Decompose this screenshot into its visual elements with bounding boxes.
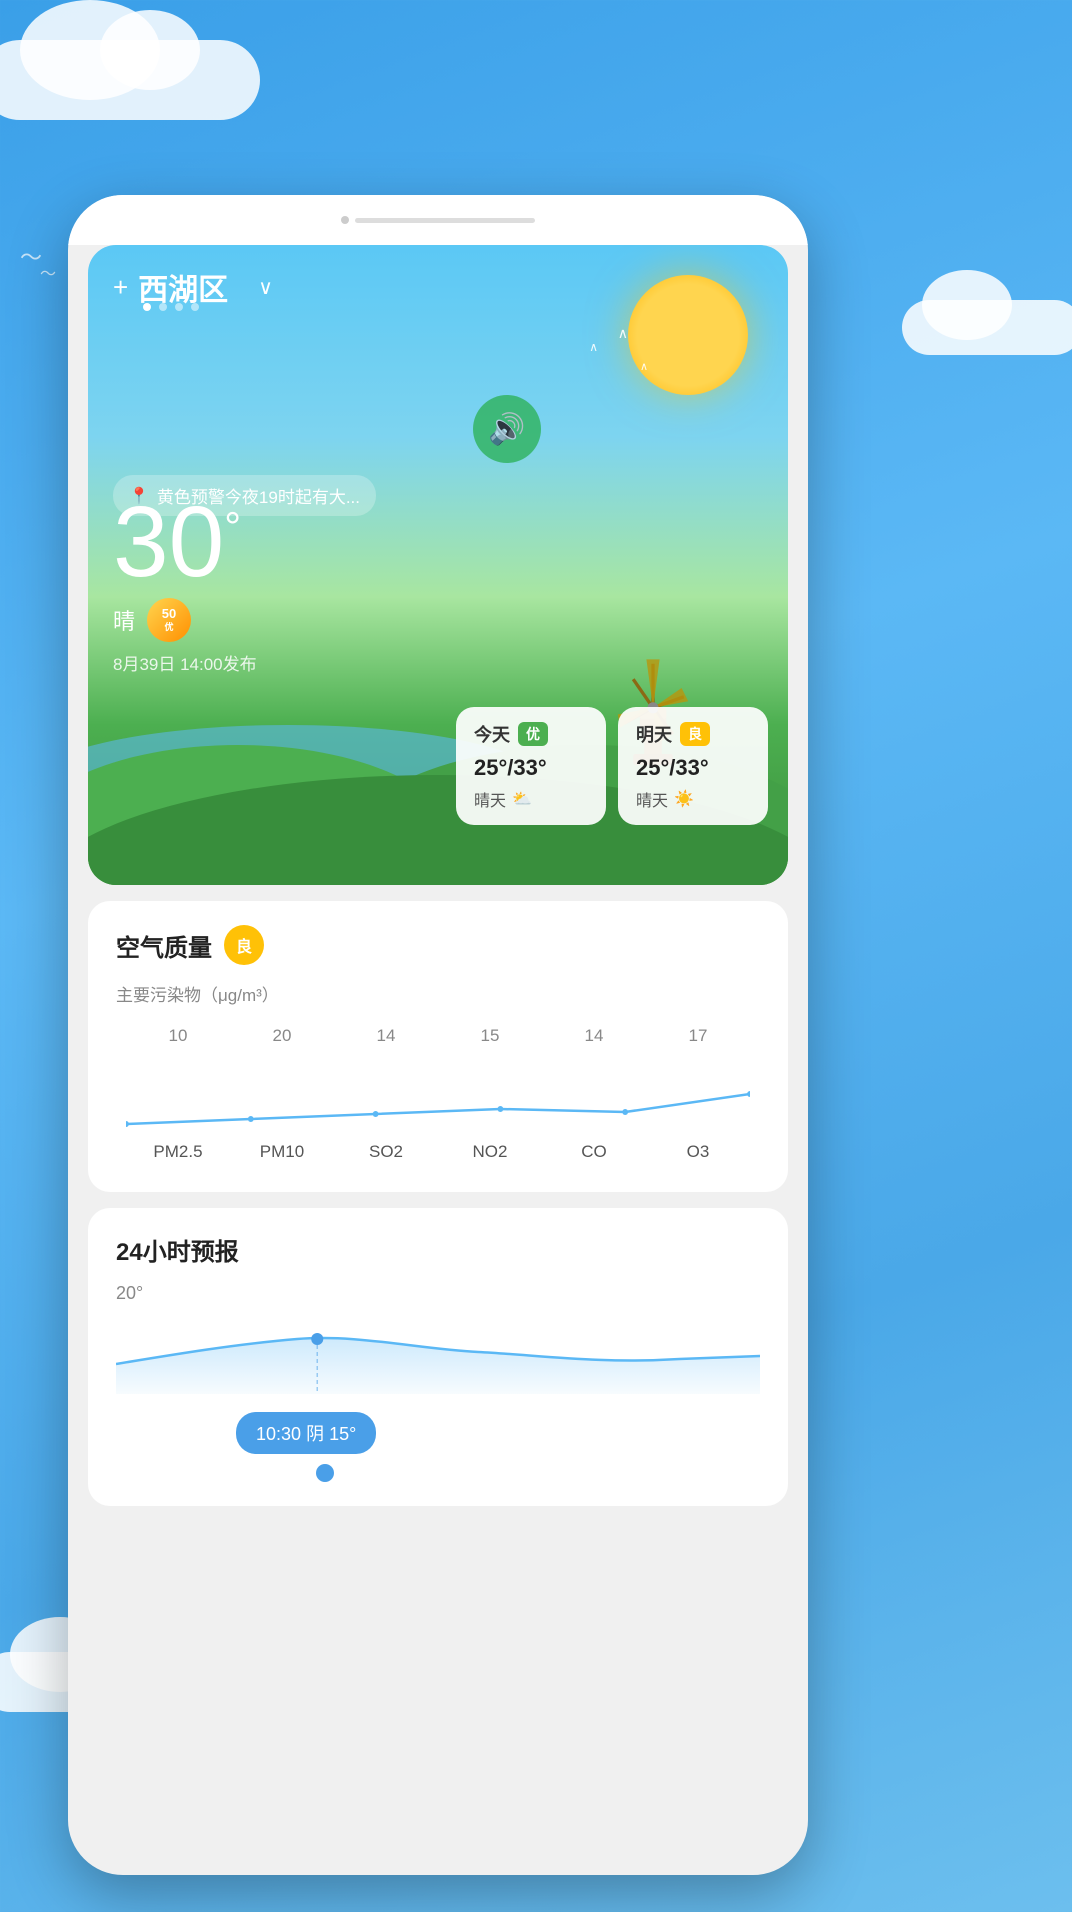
time-bubble: 10:30 阴 15°	[236, 1412, 376, 1454]
label-pm25: PM2.5	[126, 1142, 230, 1162]
temperature-display: 30° 晴 50 优 8月39日 14:00发布	[113, 492, 257, 675]
bg-bird-1: 〜	[20, 240, 42, 272]
air-quality-title-row: 空气质量 良	[116, 925, 760, 965]
tomorrow-label: 明天	[636, 721, 672, 747]
add-location-icon[interactable]: +	[113, 272, 128, 303]
weather-card: ∧ ∧ ∧ + 西湖区 ∨ 🔊 📍 黄色预警今夜19时起有	[88, 245, 788, 885]
condition-row: 晴 50 优	[113, 598, 257, 642]
chevron-down-icon[interactable]: ∨	[258, 275, 273, 300]
speaker-button[interactable]: 🔊	[473, 395, 541, 463]
val-so2: 14	[334, 1026, 438, 1046]
val-pm10: 20	[230, 1026, 334, 1046]
tomorrow-quality-badge: 良	[680, 722, 710, 746]
pollutant-label: 主要污染物（μg/m³）	[116, 981, 760, 1006]
aqi-number: 50	[162, 607, 176, 620]
notch-line	[355, 218, 535, 223]
val-pm25: 10	[126, 1026, 230, 1046]
forecast-cards: 今天 优 25°/33° 晴天 ⛅ 明天 良 25°/33°	[456, 707, 768, 825]
forecast24-section: 24小时预报 20° 10:30	[88, 1208, 788, 1506]
label-no2: NO2	[438, 1142, 542, 1162]
today-condition: 晴天 ⛅	[474, 787, 588, 811]
today-label: 今天	[474, 721, 510, 747]
forecast-tomorrow-header: 明天 良	[636, 721, 750, 747]
weather-bird-1: ∧	[618, 325, 628, 342]
air-quality-chart: 10 20 14 15 14 17 PM2.5	[116, 1026, 760, 1156]
sun-icon	[628, 275, 748, 395]
bg-cloud-top-left	[0, 40, 260, 120]
tomorrow-condition: 晴天 ☀️	[636, 787, 750, 811]
forecast-today-header: 今天 优	[474, 721, 588, 747]
tomorrow-temp: 25°/33°	[636, 755, 750, 781]
dot-1	[143, 303, 151, 311]
today-temp: 25°/33°	[474, 755, 588, 781]
label-co: CO	[542, 1142, 646, 1162]
dot-2	[159, 303, 167, 311]
label-o3: O3	[646, 1142, 750, 1162]
speaker-icon: 🔊	[488, 412, 525, 447]
air-quality-section: 空气质量 良 主要污染物（μg/m³） 10 20 14 15 14 17	[88, 901, 788, 1192]
forecast24-chart-svg	[116, 1314, 760, 1394]
aqi-badge: 50 优	[147, 598, 191, 642]
notch-bar	[68, 195, 808, 245]
chart-values-row: 10 20 14 15 14 17	[116, 1026, 760, 1046]
forecast24-chart	[116, 1314, 760, 1394]
weather-background: ∧ ∧ ∧ + 西湖区 ∨ 🔊 📍 黄色预警今夜19时起有	[88, 245, 788, 885]
weather-bird-2: ∧	[589, 340, 598, 354]
temp-axis-label: 20°	[116, 1283, 760, 1304]
chart-line-area	[126, 1054, 750, 1134]
chart-line-svg	[126, 1054, 750, 1134]
val-o3: 17	[646, 1026, 750, 1046]
val-no2: 15	[438, 1026, 542, 1046]
bg-bird-2: 〜	[40, 260, 56, 284]
location-dots	[143, 303, 199, 311]
bg-cloud-right	[902, 300, 1072, 355]
forecast-today-card[interactable]: 今天 优 25°/33° 晴天 ⛅	[456, 707, 606, 825]
label-pm10: PM10	[230, 1142, 334, 1162]
val-co: 14	[542, 1026, 646, 1046]
notch-dot	[341, 216, 349, 224]
aqi-label-text: 优	[165, 620, 174, 633]
temperature-value: 30°	[113, 492, 257, 592]
today-quality-badge: 优	[518, 722, 548, 746]
weather-bird-3: ∧	[640, 360, 648, 373]
condition-text: 晴	[113, 604, 135, 636]
dot-3	[175, 303, 183, 311]
air-quality-badge: 良	[224, 925, 264, 965]
forecast-tomorrow-card[interactable]: 明天 良 25°/33° 晴天 ☀️	[618, 707, 768, 825]
chart-labels-row: PM2.5 PM10 SO2 NO2 CO O3	[116, 1134, 760, 1162]
label-so2: SO2	[334, 1142, 438, 1162]
phone-frame: ∧ ∧ ∧ + 西湖区 ∨ 🔊 📍 黄色预警今夜19时起有	[68, 195, 808, 1875]
forecast24-title: 24小时预报	[116, 1232, 760, 1267]
time-indicator-dot	[316, 1464, 334, 1482]
air-quality-title: 空气质量	[116, 928, 212, 963]
publish-time: 8月39日 14:00发布	[113, 650, 257, 675]
dot-4	[191, 303, 199, 311]
